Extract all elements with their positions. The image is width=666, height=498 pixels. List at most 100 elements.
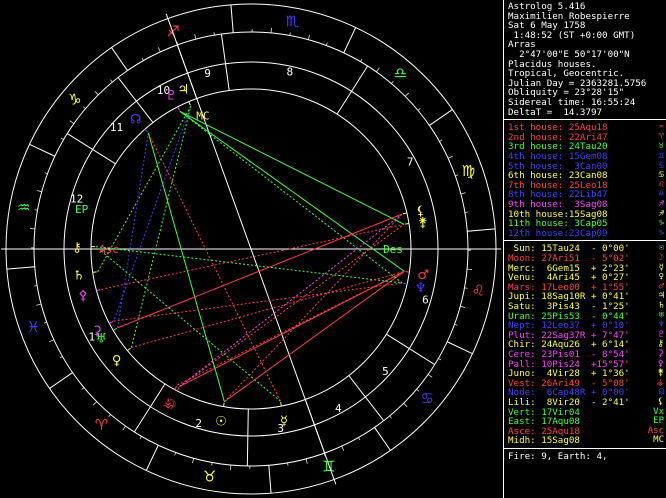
degree-tick: [122, 425, 126, 431]
aspect-line: [113, 282, 403, 322]
planet-pluto-icon: ♇: [165, 88, 177, 103]
sign-boundary: [268, 465, 272, 494]
degree-tick: [455, 174, 459, 177]
sign-boundary: [29, 143, 56, 157]
planet-saturn-icon: ♄: [73, 268, 85, 283]
chart-info-deltat: DeltaT = 14.3797: [508, 106, 603, 118]
house-number-label: 4: [335, 402, 342, 415]
aspect-line: [147, 132, 225, 402]
degree-tick: [305, 458, 308, 464]
planet-marker: [280, 402, 282, 407]
degree-tick: [358, 437, 361, 441]
sign-boundary: [343, 27, 357, 54]
house-number-label: 9: [204, 67, 211, 80]
planet-marker: [404, 223, 410, 225]
degree-tick: [108, 414, 111, 418]
zodiac-sign-icon: ♈: [95, 416, 108, 434]
planet-marker: [188, 101, 191, 106]
degree-tick: [36, 190, 42, 193]
aspect-line: [117, 132, 149, 328]
aspect-line: [113, 106, 192, 322]
house-cusp: [220, 33, 230, 91]
zodiac-sign-icon: ♌: [472, 281, 485, 299]
zodiac-sign-icon: ♐: [166, 23, 179, 41]
degree-tick: [59, 356, 63, 359]
planet-node-icon: ☊: [130, 113, 142, 128]
planet-lilith-icon: ⚸: [416, 204, 426, 219]
sign-boundary: [446, 341, 473, 355]
sign-boundary: [230, 4, 234, 33]
angle-mc-label: MC: [196, 109, 209, 122]
degree-tick: [341, 446, 345, 451]
angle-des-label: Des: [383, 243, 403, 256]
planet-marker: [144, 128, 149, 133]
sign-boundary: [145, 444, 159, 471]
chart-wheel[interactable]: ♈♉♊♋♌♍♎♏♐♑♒♓12 3456789101112☉☽☿♀♂♃♄♅♆♇⚷⚳⚴…: [0, 0, 502, 498]
planet-neptune-icon: ♆: [415, 281, 427, 296]
degree-tick: [448, 155, 453, 159]
degree-tick: [376, 67, 380, 73]
aspect-line: [95, 246, 403, 284]
house-number-label: 7: [407, 156, 414, 169]
degree-tick: [460, 305, 466, 308]
panel-separator: [504, 448, 666, 449]
degree-tick: [157, 47, 161, 52]
degree-tick: [427, 374, 433, 378]
degree-tick: [464, 211, 468, 213]
panel-separator: [504, 119, 666, 121]
house-cusp: [67, 133, 116, 165]
degree-tick: [94, 90, 99, 96]
zodiac-sign-icon: ♎: [394, 64, 407, 82]
degree-tick: [139, 436, 142, 440]
sign-boundary: [6, 266, 35, 270]
degree-tick: [82, 106, 86, 109]
aspect-line: [131, 270, 405, 348]
degree-tick: [110, 79, 113, 83]
sign-boundary: [429, 109, 453, 126]
sign-boundary: [49, 372, 73, 389]
aspect-line: [224, 270, 405, 403]
degree-tick: [43, 321, 47, 324]
planet-glyph-icon: MC: [653, 435, 664, 446]
zodiac-sign-icon: ♍: [462, 162, 475, 180]
planet-marker: [177, 106, 180, 111]
planet-marker: [92, 271, 97, 273]
zodiac-sign-icon: ♓: [27, 318, 40, 336]
degree-tick: [60, 137, 64, 140]
degree-tick: [289, 32, 291, 36]
planet-jupiter-icon: ♃: [178, 83, 190, 98]
degree-tick: [192, 458, 195, 464]
planet-chiron-icon: ⚷: [72, 240, 82, 255]
sign-boundary: [374, 427, 391, 451]
east-point-label: EP: [75, 203, 89, 216]
planet-marker: [403, 282, 408, 285]
house-cusp: [386, 333, 435, 365]
zodiac-sign-icon: ♑: [68, 91, 81, 109]
degree-tick: [460, 192, 466, 195]
aspect-line: [147, 132, 281, 402]
planet-marker: [405, 271, 410, 273]
aspect-line: [223, 213, 403, 403]
degree-tick: [34, 209, 38, 211]
zodiac-sign-icon: ♒: [17, 199, 30, 217]
degree-tick: [416, 389, 420, 392]
degree-tick: [403, 402, 408, 408]
panel-separator: [504, 240, 666, 242]
planet-row-midh: Midh: 15Sag08: [508, 435, 586, 447]
degree-tick: [454, 323, 458, 326]
degree-tick: [141, 57, 144, 61]
planet-marker: [174, 385, 178, 390]
house-number-label: 11: [110, 121, 123, 134]
aspect-line: [179, 110, 405, 272]
degree-tick: [389, 415, 392, 419]
degree-tick: [417, 108, 421, 111]
degree-tick: [34, 285, 38, 287]
house-cusp: [348, 375, 385, 422]
degree-tick: [194, 34, 197, 40]
sign-boundary: [467, 228, 496, 232]
degree-tick: [325, 42, 328, 46]
planet-marker: [127, 347, 131, 352]
house-sign-icon: ♑: [658, 227, 664, 238]
zodiac-sign-icon: ♉: [203, 467, 216, 485]
house-row-12: 12th house:23Cap09: [508, 227, 608, 239]
